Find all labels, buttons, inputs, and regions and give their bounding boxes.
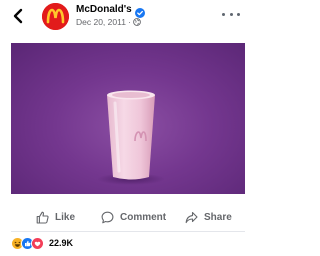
- reaction-count: 22.9K: [49, 238, 74, 248]
- reactions-summary[interactable]: 22.9K: [11, 236, 73, 250]
- back-button[interactable]: [10, 7, 26, 25]
- page-name[interactable]: McDonald's: [76, 4, 132, 16]
- like-button[interactable]: Like: [36, 208, 75, 226]
- share-arrow-icon: [185, 211, 198, 223]
- comment-label: Comment: [120, 211, 167, 223]
- page-name-row: McDonald's: [76, 4, 145, 18]
- divider: [11, 231, 245, 232]
- meta-separator: ·: [127, 17, 131, 27]
- dot-icon: [237, 12, 240, 16]
- comment-bubble-icon: [101, 211, 114, 223]
- more-options-button[interactable]: [222, 9, 240, 19]
- post-header: McDonald's Dec 20, 2011 ·: [0, 0, 256, 36]
- mcdonalds-logo-icon: [42, 3, 69, 30]
- post-media-image[interactable]: [11, 43, 245, 194]
- milkshake-image: [97, 90, 165, 185]
- share-label: Share: [204, 211, 232, 223]
- avatar[interactable]: [42, 3, 69, 30]
- like-label: Like: [55, 211, 76, 223]
- dot-icon: [229, 12, 233, 16]
- comment-button[interactable]: Comment: [101, 208, 166, 226]
- thumbs-up-icon: [36, 211, 49, 224]
- chevron-left-icon: [13, 8, 23, 24]
- post-meta: Dec 20, 2011 ·: [76, 17, 141, 27]
- share-button[interactable]: Share: [185, 208, 232, 226]
- post-actions: Like Comment Share: [0, 208, 256, 226]
- globe-icon: [132, 18, 141, 26]
- post-date[interactable]: Dec 20, 2011: [76, 17, 126, 27]
- verified-badge-icon: [134, 5, 145, 18]
- love-icon: [31, 236, 44, 250]
- dot-icon: [222, 12, 225, 16]
